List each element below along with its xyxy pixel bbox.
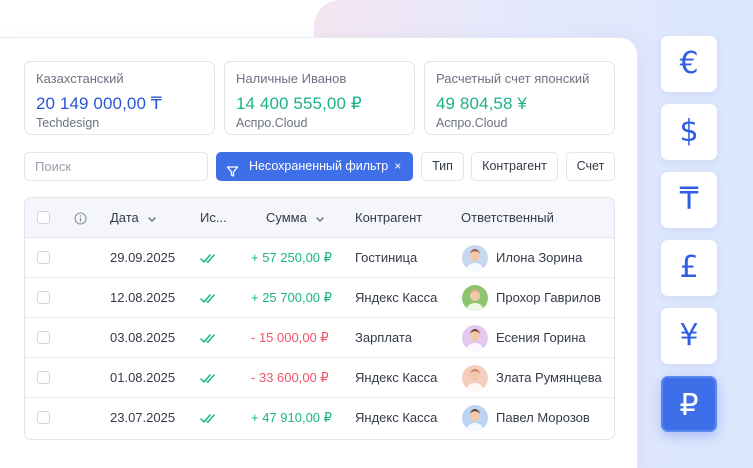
- account-amount: 20 149 000,00 ₸: [36, 94, 162, 113]
- row-date: 03.08.2025: [110, 330, 176, 345]
- table-row[interactable]: 03.08.2025 - 15 000,00 ₽ Зарплата Есения…: [25, 318, 614, 358]
- double-check-icon: [200, 278, 217, 318]
- row-checkbox[interactable]: [37, 291, 50, 304]
- column-status[interactable]: Ис...: [200, 198, 227, 238]
- filter-account-button[interactable]: Счет: [566, 152, 615, 181]
- row-responsible: Злата Румянцева: [496, 370, 602, 385]
- avatar: [462, 285, 488, 311]
- chevron-down-icon: [148, 216, 157, 222]
- account-title: Наличные Иванов: [236, 71, 347, 86]
- avatar: [462, 325, 488, 351]
- account-card-cash-ivanov[interactable]: Наличные Иванов 14 400 555,00 ₽ Аспро.Cl…: [224, 61, 415, 135]
- row-counterparty: Яндекс Касса: [355, 410, 438, 425]
- filter-icon: [226, 160, 239, 177]
- search-input[interactable]: Поиск: [24, 152, 208, 181]
- account-company: Techdesign: [36, 116, 100, 130]
- account-card-japan[interactable]: Расчетный счет японский 49 804,58 ¥ Аспр…: [424, 61, 615, 135]
- row-sum: + 47 910,00 ₽: [251, 410, 332, 425]
- table-row[interactable]: 23.07.2025 + 47 910,00 ₽ Яндекс Касса Па…: [25, 398, 614, 438]
- row-date: 29.09.2025: [110, 250, 176, 265]
- account-company: Аспро.Cloud: [436, 116, 508, 130]
- dollar-icon[interactable]: $: [661, 104, 717, 160]
- avatar: [462, 245, 488, 271]
- info-icon[interactable]: [74, 198, 87, 238]
- avatar: [462, 365, 488, 391]
- active-filter-chip[interactable]: Несохраненный фильтр ×: [216, 152, 413, 181]
- row-checkbox[interactable]: [37, 371, 50, 384]
- column-responsible[interactable]: Ответственный: [461, 198, 554, 238]
- table-row[interactable]: 12.08.2025 + 25 700,00 ₽ Яндекс Касса Пр…: [25, 278, 614, 318]
- row-responsible: Илона Зорина: [496, 250, 583, 265]
- row-sum: - 33 600,00 ₽: [251, 370, 329, 385]
- account-title: Расчетный счет японский: [436, 71, 590, 86]
- column-counterparty[interactable]: Контрагент: [355, 198, 422, 238]
- column-date-label: Дата: [110, 210, 139, 225]
- row-counterparty: Яндекс Касса: [355, 290, 438, 305]
- transactions-table: Дата Ис... Сумма Контрагент Ответственны…: [24, 197, 615, 440]
- account-card-kazakhstan[interactable]: Казахстанский 20 149 000,00 ₸ Techdesign: [24, 61, 215, 135]
- table-header: Дата Ис... Сумма Контрагент Ответственны…: [25, 198, 614, 238]
- row-date: 23.07.2025: [110, 410, 176, 425]
- row-responsible: Есения Горина: [496, 330, 586, 345]
- ruble-icon[interactable]: ₽: [661, 376, 717, 432]
- row-date: 12.08.2025: [110, 290, 176, 305]
- table-row[interactable]: 01.08.2025 - 33 600,00 ₽ Яндекс Касса Зл…: [25, 358, 614, 398]
- account-company: Аспро.Cloud: [236, 116, 308, 130]
- filter-type-button[interactable]: Тип: [421, 152, 464, 181]
- pound-icon[interactable]: £: [661, 240, 717, 296]
- row-counterparty: Гостиница: [355, 250, 418, 265]
- row-checkbox[interactable]: [37, 251, 50, 264]
- row-responsible: Павел Морозов: [496, 410, 590, 425]
- column-sum[interactable]: Сумма: [266, 198, 326, 238]
- chevron-down-icon: [316, 216, 325, 222]
- account-amount: 14 400 555,00 ₽: [236, 94, 362, 113]
- row-counterparty: Яндекс Касса: [355, 370, 438, 385]
- account-title: Казахстанский: [36, 71, 124, 86]
- row-sum: + 25 700,00 ₽: [251, 290, 332, 305]
- double-check-icon: [200, 238, 217, 278]
- euro-icon[interactable]: €: [661, 36, 717, 92]
- column-sum-label: Сумма: [266, 210, 307, 225]
- double-check-icon: [200, 358, 217, 398]
- row-counterparty: Зарплата: [355, 330, 412, 345]
- row-date: 01.08.2025: [110, 370, 176, 385]
- table-row[interactable]: 29.09.2025 + 57 250,00 ₽ Гостиница Илона…: [25, 238, 614, 278]
- tenge-icon[interactable]: ₸: [661, 172, 717, 228]
- row-sum: + 57 250,00 ₽: [251, 250, 332, 265]
- avatar: [462, 405, 488, 431]
- row-checkbox[interactable]: [37, 331, 50, 344]
- double-check-icon: [200, 318, 217, 358]
- row-sum: - 15 000,00 ₽: [251, 330, 329, 345]
- row-checkbox[interactable]: [37, 411, 50, 424]
- select-all-checkbox[interactable]: [37, 211, 50, 224]
- row-responsible: Прохор Гаврилов: [496, 290, 601, 305]
- column-date[interactable]: Дата: [110, 198, 158, 238]
- account-amount: 49 804,58 ¥: [436, 94, 527, 113]
- close-icon[interactable]: ×: [394, 152, 401, 181]
- filter-counterparty-button[interactable]: Контрагент: [471, 152, 558, 181]
- double-check-icon: [200, 398, 217, 438]
- filter-label: Несохраненный фильтр: [249, 159, 389, 173]
- yen-icon[interactable]: ¥: [661, 308, 717, 364]
